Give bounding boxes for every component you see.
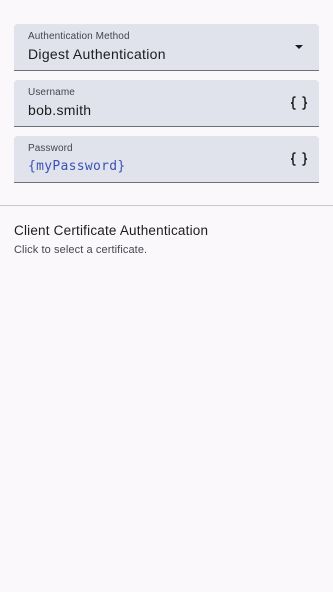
username-label: Username xyxy=(28,87,75,98)
section-divider xyxy=(0,205,333,206)
curly-braces-icon[interactable] xyxy=(289,149,309,169)
password-value[interactable]: {myPassword} xyxy=(28,159,126,174)
client-certificate-title[interactable]: Client Certificate Authentication xyxy=(14,223,208,238)
client-certificate-row[interactable] xyxy=(0,214,333,264)
curly-braces-icon[interactable] xyxy=(289,93,309,113)
authentication-method-dropdown[interactable]: Authentication Method Digest Authenticat… xyxy=(14,24,319,71)
client-certificate-subtitle: Click to select a certificate. xyxy=(14,244,148,256)
username-field[interactable]: Username bob.smith xyxy=(14,80,319,127)
auth-settings-page: Authentication Method Digest Authenticat… xyxy=(0,0,333,592)
password-label: Password xyxy=(28,143,73,154)
authentication-method-value: Digest Authentication xyxy=(28,46,166,62)
authentication-method-label: Authentication Method xyxy=(28,31,130,42)
dropdown-arrow-icon[interactable] xyxy=(289,37,309,57)
username-value[interactable]: bob.smith xyxy=(28,102,91,118)
password-field[interactable]: Password {myPassword} xyxy=(14,136,319,183)
